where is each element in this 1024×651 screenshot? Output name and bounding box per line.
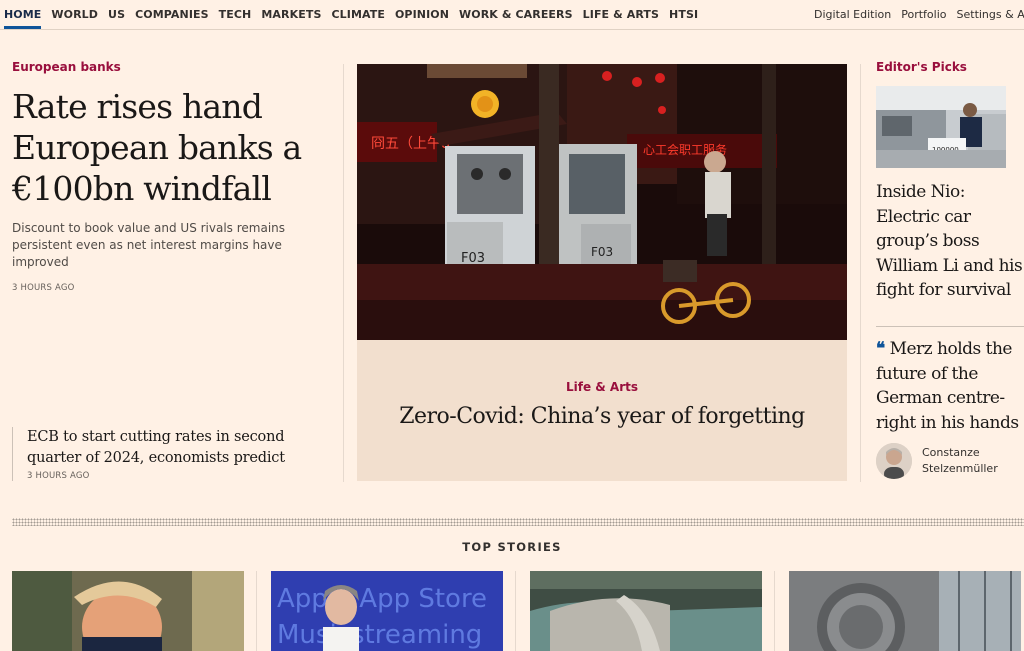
svg-text:F03: F03 [461, 251, 485, 266]
svg-text:Apple App Store: Apple App Store [277, 584, 487, 614]
lead-kicker[interactable]: European banks [12, 60, 332, 74]
author-name[interactable]: Constanze Stelzenmüller [922, 445, 1024, 477]
top-story-image-1[interactable] [12, 571, 244, 651]
column-divider [860, 64, 861, 482]
svg-text:F03: F03 [591, 245, 613, 259]
top-story-image-2[interactable]: Apple App Store Musicstreaming [271, 571, 503, 651]
editors-picks-label: Editor's Picks [876, 60, 967, 74]
section-nav: HOME WORLD US COMPANIES TECH MARKETS CLI… [4, 0, 708, 29]
opinion-headline[interactable]: Merz holds the future of the German cent… [876, 339, 1019, 433]
editors-picks: Editor's Picks 100000 Inside Nio: Electr… [876, 60, 1024, 303]
top-nav: HOME WORLD US COMPANIES TECH MARKETS CLI… [0, 0, 1024, 30]
svg-text:Musicstreaming: Musicstreaming [277, 620, 482, 650]
nav-work-careers[interactable]: WORK & CAREERS [459, 0, 573, 29]
opinion-headline-wrap[interactable]: ❝ Merz holds the future of the German ce… [876, 337, 1024, 435]
nav-companies[interactable]: COMPANIES [135, 0, 209, 29]
top-story-image-4[interactable] [789, 571, 1021, 651]
quote-icon: ❝ [876, 339, 885, 359]
lead-headline[interactable]: Rate rises hand European banks a €100bn … [12, 86, 332, 209]
hero-kicker[interactable]: Life & Arts [357, 380, 847, 394]
author-byline[interactable]: Constanze Stelzenmüller [876, 443, 1024, 479]
editors-pick-image[interactable]: 100000 [876, 86, 1006, 168]
nav-opinion[interactable]: OPINION [395, 0, 449, 29]
hero-headline[interactable]: Zero-Covid: China’s year of forgetting [357, 404, 847, 429]
top-stories-heading: TOP STORIES [462, 540, 562, 554]
nav-tech[interactable]: TECH [219, 0, 252, 29]
lead-story: European banks Rate rises hand European … [12, 60, 332, 293]
nav-htsi[interactable]: HTSI [669, 0, 698, 29]
editors-pick-headline[interactable]: Inside Nio: Electric car group’s boss Wi… [876, 180, 1024, 303]
hero-story[interactable]: 冏五（上午8 心工会职工服务 F03 F03 Life & Arts Zero-… [357, 64, 847, 481]
hero-image[interactable]: 冏五（上午8 心工会职工服务 F03 F03 [357, 64, 847, 340]
nav-markets[interactable]: MARKETS [261, 0, 321, 29]
card-divider [774, 571, 775, 651]
account-nav: Digital Edition Portfolio Settings & Acc… [804, 0, 1024, 29]
related-headline[interactable]: ECB to start cutting rates in second qua… [27, 427, 337, 469]
top-story-image-3[interactable] [530, 571, 762, 651]
column-divider [343, 64, 344, 482]
related-timestamp: 3 HOURS AGO [27, 471, 90, 481]
lead-standfirst: Discount to book value and US rivals rem… [12, 221, 286, 269]
nav-life-arts[interactable]: LIFE & ARTS [583, 0, 659, 29]
section-separator [12, 518, 1024, 526]
nav-us[interactable]: US [108, 0, 125, 29]
opinion-story: ❝ Merz holds the future of the German ce… [876, 326, 1024, 479]
related-story: ECB to start cutting rates in second qua… [12, 427, 337, 481]
card-divider [256, 571, 257, 651]
nav-world[interactable]: WORLD [51, 0, 98, 29]
portfolio-link[interactable]: Portfolio [901, 8, 946, 21]
nav-home[interactable]: HOME [4, 0, 42, 29]
card-divider [515, 571, 516, 651]
digital-edition-link[interactable]: Digital Edition [814, 8, 891, 21]
avatar [876, 443, 912, 479]
lead-timestamp: 3 HOURS AGO [12, 283, 75, 293]
nav-climate[interactable]: CLIMATE [331, 0, 385, 29]
settings-account-link[interactable]: Settings & Account [957, 8, 1024, 21]
